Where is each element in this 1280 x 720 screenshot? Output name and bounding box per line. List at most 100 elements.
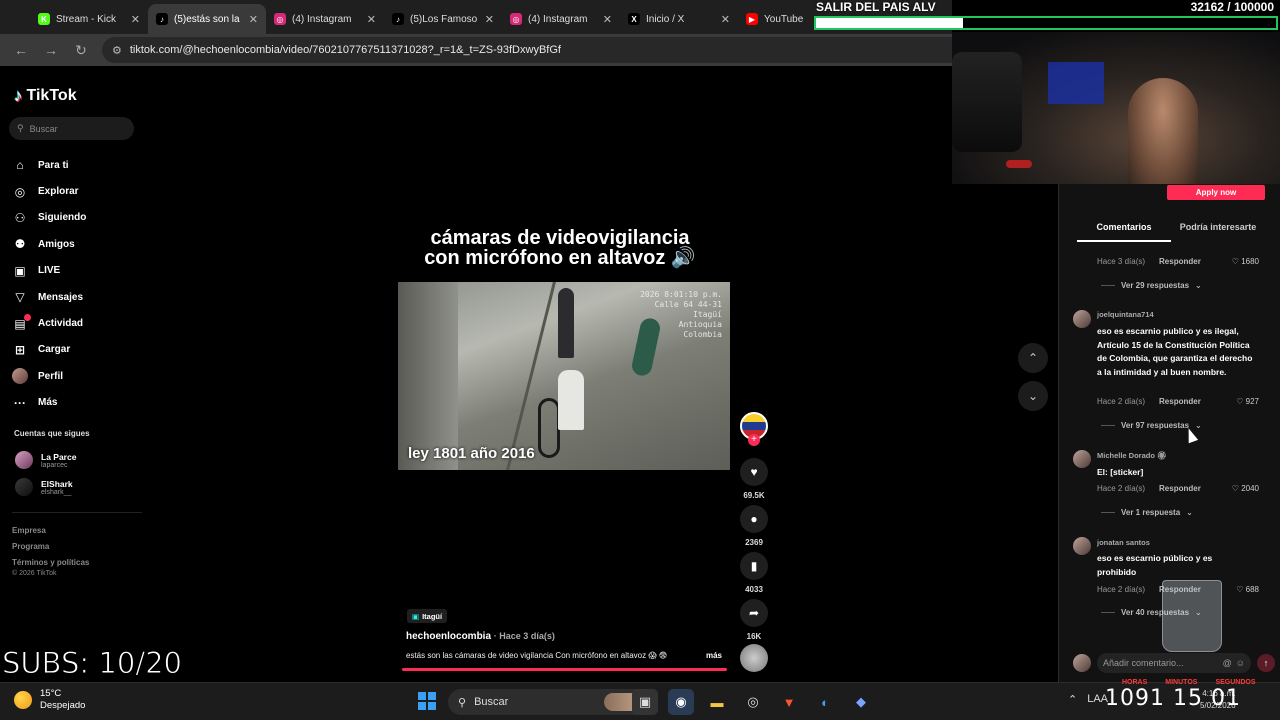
instagram-icon: ◎ — [274, 13, 286, 25]
mention-icon[interactable]: @ — [1223, 658, 1232, 668]
sidebar-item-upload[interactable]: ⊞ Cargar — [12, 337, 86, 363]
reply-button[interactable]: Responder — [1159, 257, 1201, 266]
author-name[interactable]: hechoenlocombia — [406, 631, 491, 642]
reply-button[interactable]: Responder — [1159, 397, 1201, 406]
following-item[interactable]: La Parce laparcec — [15, 451, 76, 469]
brave-icon[interactable]: ▼ — [776, 689, 802, 715]
file-explorer-icon[interactable]: ▬ — [704, 689, 730, 715]
save-button[interactable]: ▮ 4033 — [738, 552, 770, 594]
footer-link[interactable]: Programa — [12, 539, 89, 555]
chevron-down-icon[interactable]: ⌄ — [1018, 381, 1048, 411]
bookmark-icon: ▮ — [740, 552, 768, 580]
sidebar-item-label: Amigos — [38, 238, 75, 250]
sidebar-item-friends[interactable]: ⚉ Amigos — [12, 231, 86, 257]
close-icon[interactable]: ✕ — [367, 13, 376, 26]
logo-text: TikTok — [26, 87, 77, 104]
chevron-up-icon[interactable]: ⌃ — [1018, 343, 1048, 373]
emoji-icon[interactable]: ☺ — [1236, 658, 1245, 668]
sidebar-item-label: Siguiendo — [38, 212, 87, 224]
like-count: 688 — [1245, 585, 1259, 594]
search-input[interactable]: ⚲ Buscar — [9, 117, 134, 140]
webcam-overlay — [952, 32, 1280, 184]
obs-icon[interactable]: ◎ — [740, 689, 766, 715]
following-user: elshark__ — [41, 488, 72, 496]
music-disc-icon[interactable] — [740, 644, 768, 672]
share-button[interactable]: ➦ 16K — [738, 599, 770, 641]
follow-plus-icon[interactable]: + — [748, 434, 760, 446]
sidebar-item-activity[interactable]: ▤ Actividad — [12, 310, 86, 336]
reload-icon[interactable]: ↻ — [68, 37, 94, 63]
chevron-down-icon: ⌄ — [1195, 421, 1202, 430]
browser-tab[interactable]: ◎ (4) Instagram ✕ — [502, 4, 620, 34]
browser-tab-strip: K Stream - Kick ✕ ♪ (5)estás son la ✕ ◎ (4) Ins… — [0, 0, 952, 34]
taskbar-search[interactable]: ⚲ Buscar — [448, 689, 648, 715]
view-replies-button[interactable]: Ver 29 respuestas ⌄ — [1101, 281, 1202, 290]
weather-widget[interactable]: 15°C Despejado — [14, 688, 85, 712]
share-count: 16K — [746, 632, 762, 641]
close-icon[interactable]: ✕ — [249, 13, 258, 26]
close-icon[interactable]: ✕ — [603, 13, 612, 26]
location-tag[interactable]: ▣ Itagüí — [407, 609, 448, 623]
avatar[interactable] — [1073, 450, 1091, 468]
address-bar[interactable]: ⚙ tiktok.com/@hechoenlocombia/video/7602… — [102, 37, 952, 63]
comment-input[interactable]: Añadir comentario... @ ☺ — [1097, 653, 1251, 673]
tab-comments[interactable]: Comentarios — [1077, 222, 1171, 242]
chrome-icon[interactable]: ◉ — [668, 689, 694, 715]
avatar[interactable] — [1073, 537, 1091, 555]
footer-link[interactable]: Empresa — [12, 523, 89, 539]
video-player[interactable]: 2026 8:01:10 p.m. Calle 64 44-31 Itagüí … — [398, 282, 730, 470]
sidebar-item-label: LIVE — [38, 265, 61, 277]
share-icon: ➦ — [740, 599, 768, 627]
more-link[interactable]: más — [706, 651, 722, 660]
steam-icon[interactable]: ◐ — [812, 689, 838, 715]
upload-icon: ⊞ — [14, 342, 26, 357]
back-icon[interactable]: ← — [8, 37, 34, 63]
task-view-icon[interactable]: ▣ — [632, 689, 658, 715]
following-user: laparcec — [41, 461, 68, 469]
avatar[interactable] — [1073, 310, 1091, 328]
sidebar-item-more[interactable]: ··· Más — [12, 390, 86, 416]
tiktok-logo[interactable]: ♪ TikTok — [14, 86, 77, 106]
comment-user[interactable]: joelquintana714 — [1097, 310, 1154, 319]
app-icon[interactable]: ◆ — [848, 689, 874, 715]
footer-link[interactable]: Términos y políticas — [12, 555, 89, 571]
browser-tab[interactable]: X Inicio / X ✕ — [620, 4, 738, 34]
comment-likes[interactable]: ♡ 927 — [1236, 397, 1259, 406]
close-icon[interactable]: ✕ — [721, 13, 730, 26]
send-button[interactable]: ↑ — [1257, 654, 1275, 672]
browser-tab[interactable]: ♪ (5)Los Famoso ✕ — [384, 4, 502, 34]
following-item[interactable]: ElShark elshark__ — [15, 478, 73, 496]
comment-button[interactable]: ● 2369 — [738, 505, 770, 547]
browser-tab[interactable]: ◎ (4) Instagram ✕ — [266, 4, 384, 34]
reply-button[interactable]: Responder — [1159, 484, 1201, 493]
video-progress-bar[interactable] — [402, 668, 727, 671]
comment-likes[interactable]: ♡ 2040 — [1232, 484, 1259, 493]
start-button[interactable] — [418, 692, 436, 710]
comment-likes[interactable]: ♡ 1680 — [1232, 257, 1259, 266]
location-text: Itagüí — [422, 611, 443, 621]
forward-icon[interactable]: → — [38, 37, 64, 63]
sidebar-item-live[interactable]: ▣ LIVE — [12, 258, 86, 284]
site-settings-icon[interactable]: ⚙ — [112, 44, 122, 57]
sidebar-item-following[interactable]: ⚇ Siguiendo — [12, 205, 87, 231]
close-icon[interactable]: ✕ — [131, 13, 140, 26]
instagram-icon: ◎ — [510, 13, 522, 25]
like-button[interactable]: ♥ 69.5K — [738, 458, 770, 500]
tab-suggestions[interactable]: Podría interesarte — [1171, 222, 1265, 242]
browser-tab[interactable]: ♪ (5)estás son la ✕ — [148, 4, 266, 34]
sidebar-item-compass[interactable]: ◎ Explorar — [12, 178, 86, 204]
browser-tab-label: Stream - Kick — [56, 13, 117, 25]
comment-user[interactable]: Michelle Dorado 🏵 — [1097, 451, 1167, 460]
sidebar-item-home[interactable]: ⌂ Para ti — [12, 152, 86, 178]
sidebar-item-label: Mensajes — [38, 291, 84, 303]
apply-now-button[interactable]: Apply now — [1167, 185, 1265, 200]
comment-likes[interactable]: ♡ 688 — [1236, 585, 1259, 594]
comment-user[interactable]: jonatan santos — [1097, 538, 1150, 547]
sidebar-item-profile[interactable]: Perfil — [12, 363, 86, 389]
browser-tab[interactable]: K Stream - Kick ✕ — [30, 4, 148, 34]
chevron-up-icon[interactable]: ⌃ — [1068, 693, 1077, 706]
view-replies-button[interactable]: Ver 1 respuesta ⌄ — [1101, 508, 1193, 517]
search-icon: ⚲ — [17, 123, 24, 133]
sidebar-item-messages[interactable]: ▽ Mensajes — [12, 284, 86, 310]
close-icon[interactable]: ✕ — [485, 13, 494, 26]
